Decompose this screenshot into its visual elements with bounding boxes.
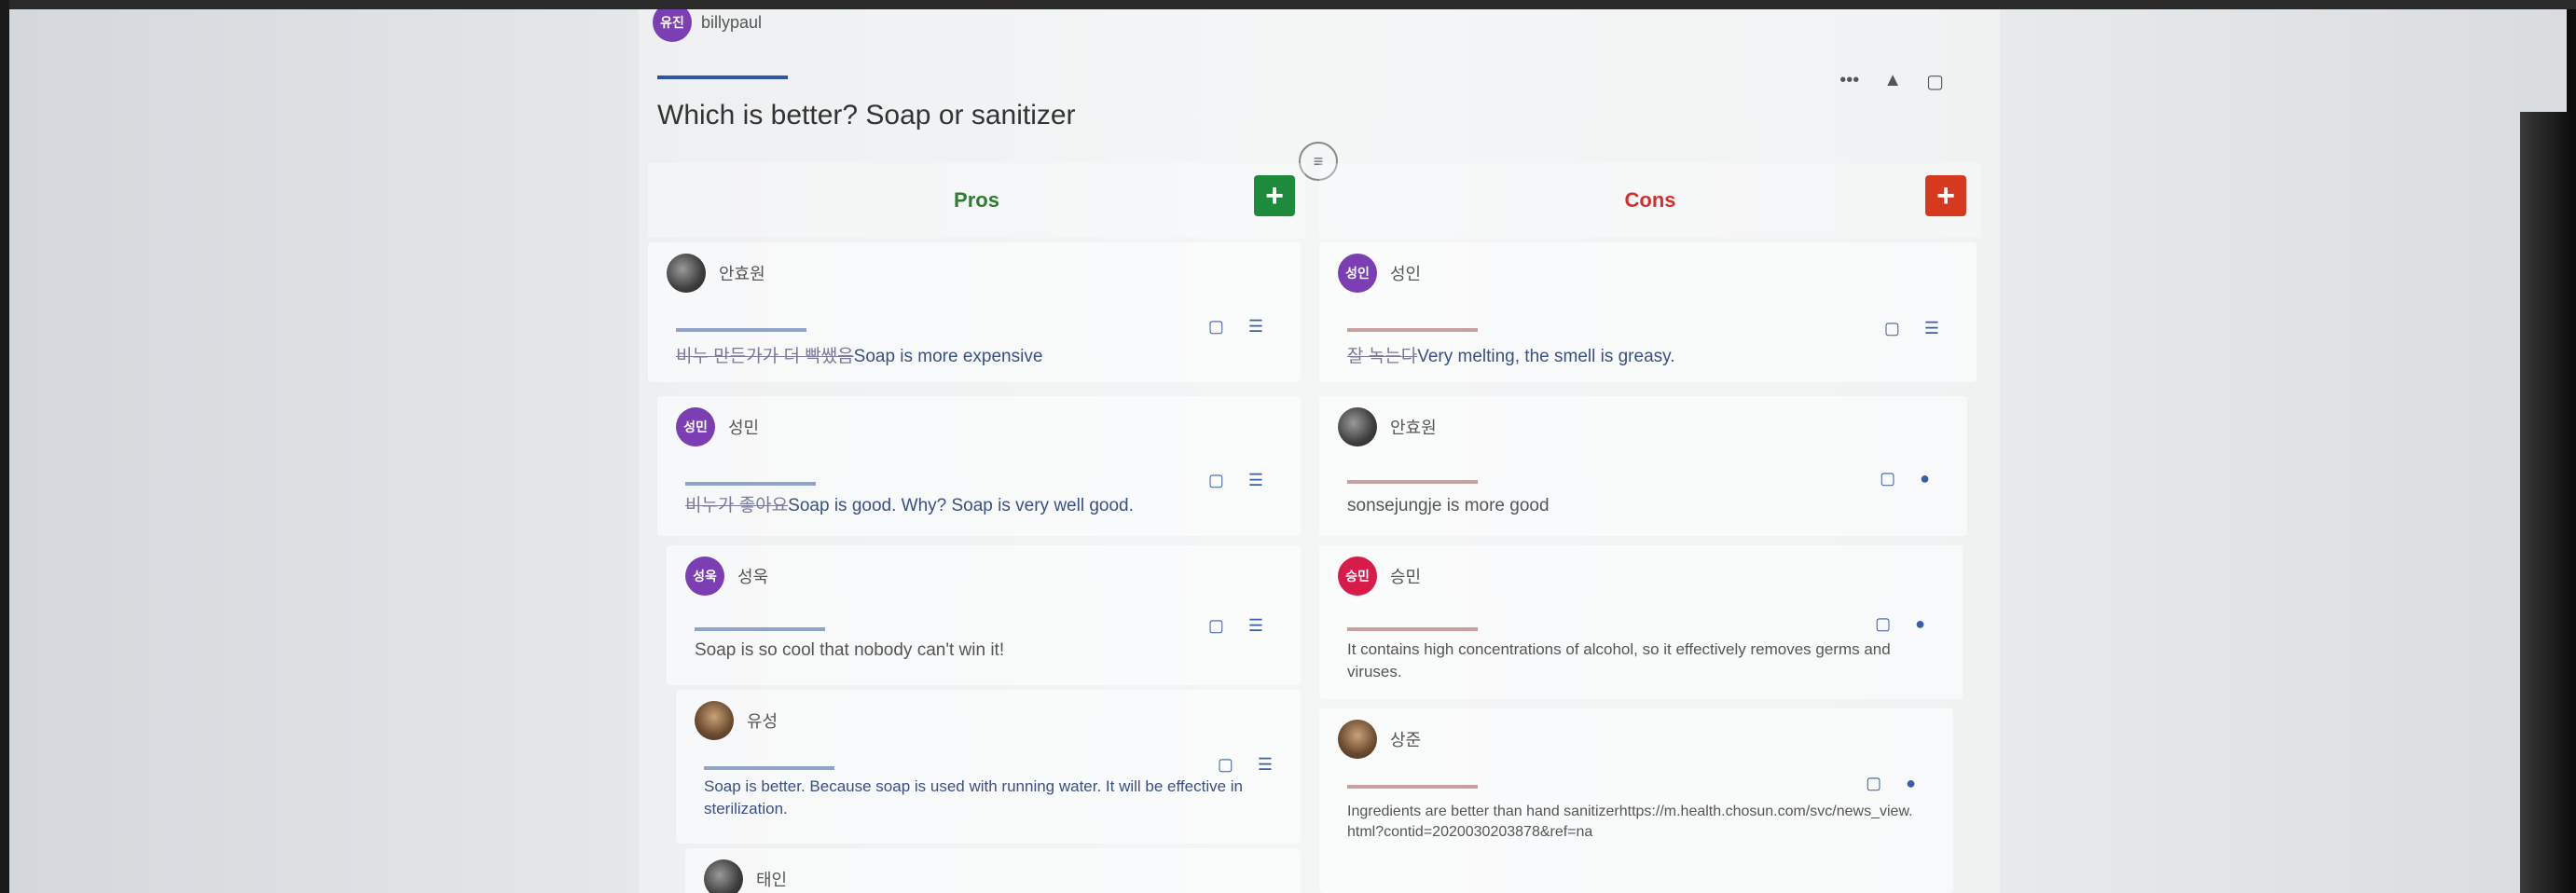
monitor-bezel-right [2520, 112, 2576, 893]
card-header: Which is better? Soap or sanitizer ••• ▲… [657, 61, 1963, 154]
author-name: 안효원 [719, 265, 765, 283]
comment-icon[interactable]: ▢ [1926, 70, 1944, 93]
con-post-4[interactable]: 상준 ▢ ● Ingredients are better than hand s… [1319, 708, 1953, 893]
list-icon[interactable]: ☰ [1258, 755, 1273, 775]
avatar: 승민 [1338, 556, 1377, 596]
post-text: 비누 만든가가 더 빡쌨음Soap is more expensive [676, 345, 1263, 370]
avatar: 성민 [676, 407, 715, 446]
comment-icon[interactable]: ▢ [1208, 471, 1224, 490]
comment-icon[interactable]: ▢ [1218, 755, 1233, 775]
post-text: Soap is better. Because soap is used wit… [704, 777, 1244, 817]
struck-text: 비누가 좋아요 [685, 496, 789, 515]
struck-text: 비누 만든가가 더 빡쌨음 [676, 347, 854, 366]
title-underline [657, 76, 788, 79]
con-post-1[interactable]: 성인 성인 ▢ ☰ 잘 녹는다Very melting, the smell is … [1319, 242, 1977, 382]
dot-icon[interactable]: ● [1915, 614, 1925, 634]
post-text: 비누가 좋아요Soap is good. Why? Soap is very w… [685, 494, 1263, 519]
comment-icon[interactable]: ▢ [1875, 614, 1891, 634]
pros-label: Pros [954, 188, 999, 212]
card-title: Which is better? Soap or sanitizer [657, 100, 1076, 131]
divider [1347, 785, 1478, 789]
author-name: 성민 [728, 419, 760, 437]
post-body: Soap is good. Why? Soap is very well goo… [788, 496, 1134, 515]
avatar: 성인 [1338, 254, 1377, 293]
post-text: Ingredients are better than hand sanitiz… [1347, 804, 1913, 841]
post-text: It contains high concentrations of alcoh… [1347, 640, 1891, 680]
author-name: 유성 [747, 712, 778, 731]
author-name: 상준 [1390, 731, 1422, 749]
pro-post-4[interactable]: 유성 ▢ ☰ Soap is better. Because soap is us… [676, 690, 1301, 844]
padlet-board: 유진 billypaul Which is better? Soap or sa… [639, 9, 2000, 893]
avatar [667, 254, 706, 293]
comment-icon[interactable]: ▢ [1884, 319, 1900, 338]
post-text: 잘 녹는다Very melting, the smell is greasy. [1347, 345, 1939, 370]
post-body: Soap is more expensive [853, 347, 1043, 366]
list-icon[interactable]: ☰ [1248, 317, 1263, 337]
avatar [695, 701, 734, 740]
monitor-bezel-top [0, 0, 2576, 9]
divider [676, 328, 806, 332]
author-name: 성욱 [737, 568, 769, 586]
dot-icon[interactable]: ● [1920, 469, 1930, 488]
add-pro-button[interactable]: + [1254, 175, 1295, 216]
dot-icon[interactable]: ● [1906, 774, 1916, 793]
pro-post-2[interactable]: 성민 성민 ▢ ☰ 비누가 좋아요Soap is good. Why? Soap i… [657, 396, 1301, 536]
pros-column-header: Pros [648, 163, 1305, 238]
list-icon[interactable]: ☰ [1248, 471, 1263, 490]
divider [1347, 627, 1478, 631]
avatar: 성욱 [685, 556, 724, 596]
divider [695, 627, 825, 631]
post-text: Soap is so cool that nobody can't win it… [695, 640, 1005, 660]
divider [1347, 328, 1478, 332]
cons-label: Cons [1624, 188, 1676, 212]
hat-icon[interactable]: ▲ [1883, 70, 1902, 93]
struck-text: 잘 녹는다 [1347, 347, 1418, 366]
more-icon[interactable]: ••• [1839, 70, 1859, 93]
avatar: 유진 [653, 9, 692, 42]
post-text: sonsejungje is more good [1347, 496, 1550, 515]
author-name: 태인 [756, 871, 788, 889]
author-name: 성인 [1390, 265, 1422, 283]
author-name: 안효원 [1390, 419, 1437, 437]
con-post-3[interactable]: 승민 승민 ▢ ● It contains high concentrations … [1319, 545, 1963, 699]
monitor-bezel-left [0, 0, 9, 893]
comment-icon[interactable]: ▢ [1208, 317, 1224, 337]
comment-icon[interactable]: ▢ [1880, 469, 1895, 488]
cons-column-header: Cons [1319, 163, 1981, 238]
divider [685, 482, 816, 486]
pro-post-1[interactable]: 안효원 ▢ ☰ 비누 만든가가 더 빡쌨음Soap is more expensi… [648, 242, 1301, 382]
pro-post-5[interactable]: 태인 [685, 848, 1301, 893]
card-author: 유진 billypaul [653, 9, 763, 42]
pro-post-3[interactable]: 성욱 성욱 ▢ ☰ Soap is so cool that nobody can'… [667, 545, 1301, 685]
con-post-2[interactable]: 안효원 ▢ ● sonsejungje is more good [1319, 396, 1967, 536]
divider [704, 766, 834, 770]
avatar [1338, 720, 1377, 759]
comment-icon[interactable]: ▢ [1866, 774, 1881, 793]
card-actions: ••• ▲ ▢ [1839, 70, 1944, 93]
author-name: 승민 [1390, 568, 1422, 586]
divider [1347, 480, 1478, 484]
avatar [1338, 407, 1377, 446]
author-name: billypaul [701, 12, 763, 32]
post-body: Very melting, the smell is greasy. [1417, 347, 1675, 366]
comment-icon[interactable]: ▢ [1208, 616, 1224, 636]
list-icon[interactable]: ☰ [1924, 319, 1939, 338]
list-icon[interactable]: ☰ [1248, 616, 1263, 636]
add-con-button[interactable]: + [1925, 175, 1966, 216]
screen: 유진 billypaul Which is better? Soap or sa… [9, 9, 2567, 893]
avatar [704, 859, 743, 893]
